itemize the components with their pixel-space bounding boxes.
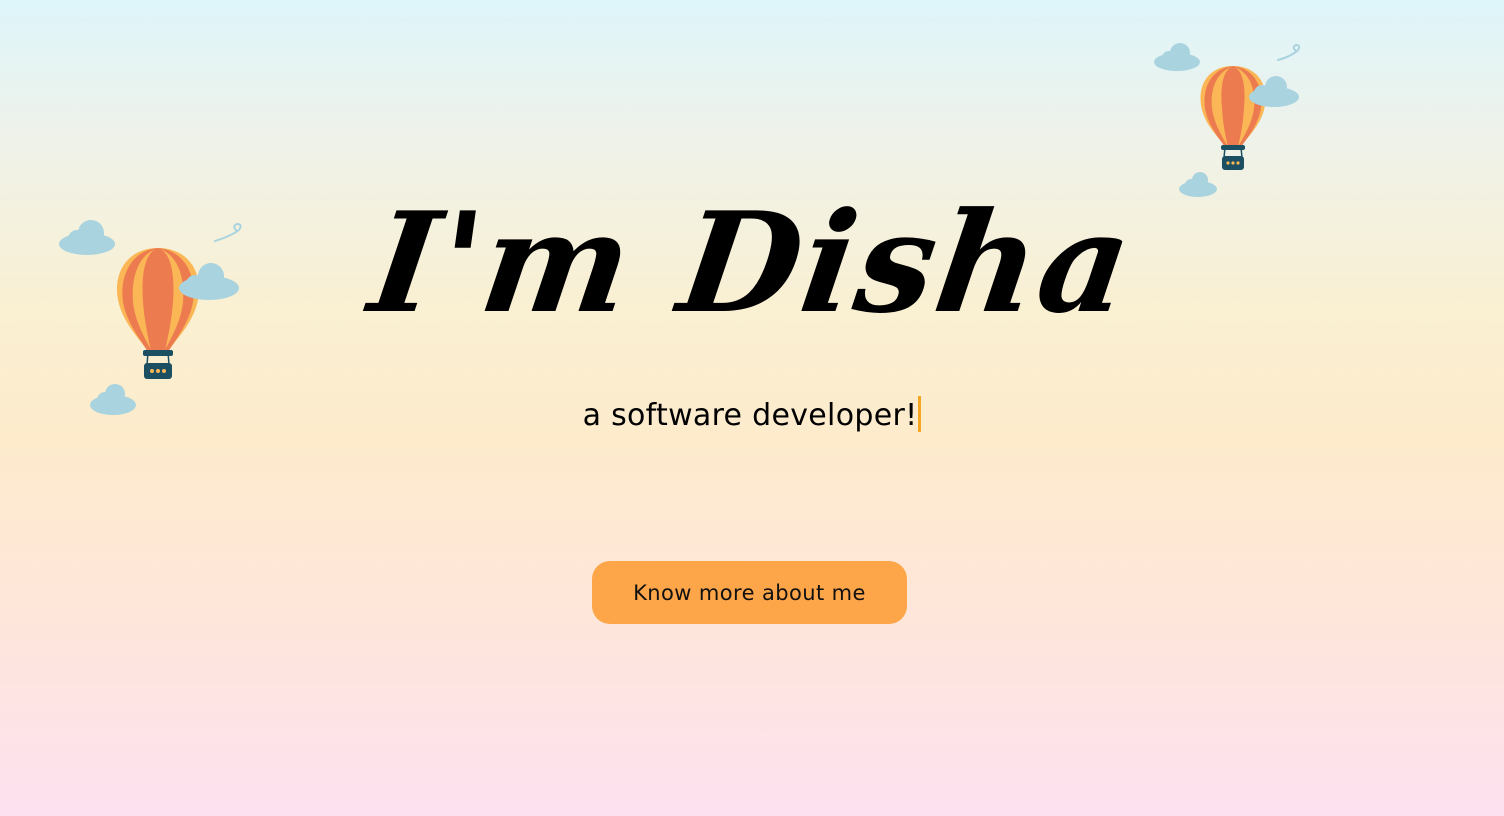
typed-text: a software developer!	[582, 398, 918, 433]
hot-air-balloon-icon	[1200, 66, 1266, 170]
hero-subtitle: a software developer!	[0, 394, 1504, 438]
wind-icon	[1277, 43, 1301, 61]
cloud-icon	[1154, 43, 1200, 71]
typing-cursor	[918, 396, 922, 432]
know-more-button[interactable]: Know more about me	[592, 561, 907, 624]
hero-title: I'm Disha	[361, 181, 1143, 344]
